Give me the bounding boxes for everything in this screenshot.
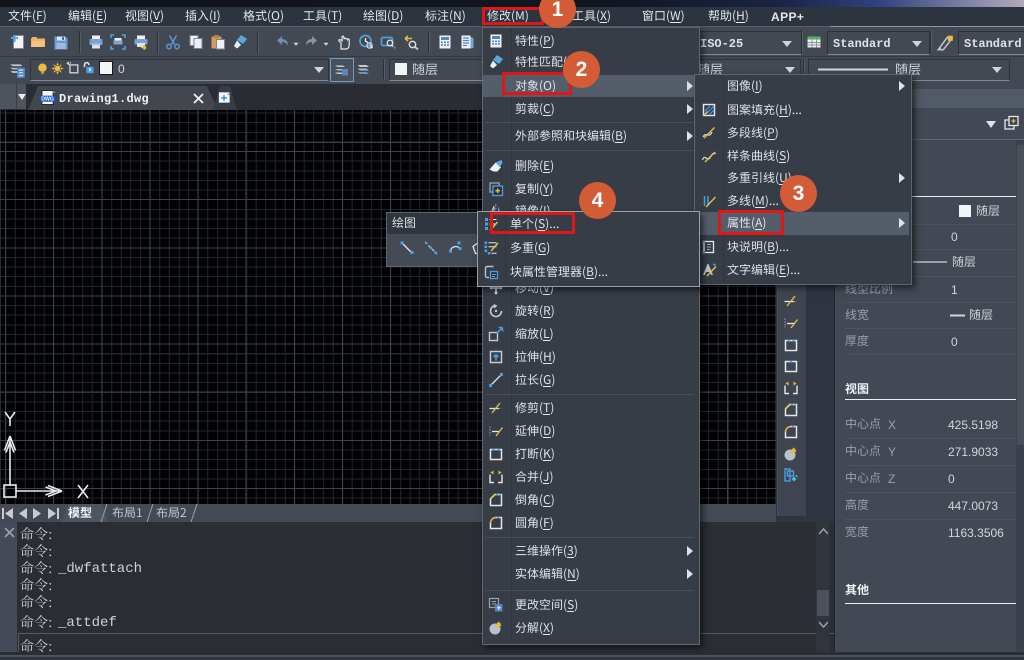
svg-text:DWG: DWG — [41, 97, 54, 103]
